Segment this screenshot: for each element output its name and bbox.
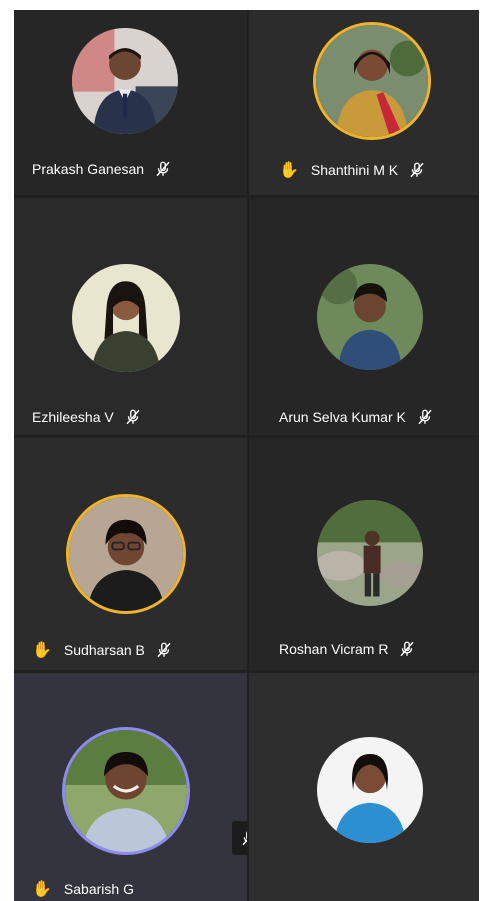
mic-off-icon bbox=[155, 641, 173, 659]
participant-label: ✋ Sabarish G bbox=[32, 879, 144, 899]
participant-tile-roshan[interactable]: Roshan Vicram R bbox=[249, 438, 479, 670]
participant-label: ✋ Shanthini M K bbox=[279, 160, 426, 180]
avatar bbox=[72, 264, 180, 372]
mic-off-icon bbox=[240, 829, 247, 847]
meeting-grid: Prakash Ganesan ✋ Shanthini M K Ezhilees… bbox=[14, 10, 479, 901]
avatar bbox=[317, 264, 423, 370]
participant-tile-arun[interactable]: Arun Selva Kumar K bbox=[249, 198, 479, 435]
participant-label: Roshan Vicram R bbox=[279, 640, 416, 658]
participant-name: Shanthini M K bbox=[310, 162, 399, 178]
participant-tile-sudharsan[interactable]: ✋ Sudharsan B bbox=[14, 438, 247, 670]
raised-hand-icon: ✋ bbox=[32, 642, 52, 659]
raised-hand-icon: ✋ bbox=[279, 162, 299, 179]
avatar bbox=[317, 737, 423, 843]
participant-tile-ezhileesha[interactable]: Ezhileesha V bbox=[14, 198, 247, 435]
raised-hand-icon: ✋ bbox=[32, 881, 52, 898]
participant-name: Roshan Vicram R bbox=[279, 641, 389, 657]
avatar bbox=[313, 22, 431, 140]
participant-tile-sabarish[interactable]: ✋ Sabarish G bbox=[14, 673, 247, 901]
participant-name: Prakash Ganesan bbox=[32, 161, 145, 177]
avatar-photo bbox=[317, 264, 423, 370]
participant-name: Sudharsan B bbox=[63, 642, 145, 658]
participant-name: Arun Selva Kumar K bbox=[279, 409, 406, 425]
mic-off-icon bbox=[398, 640, 416, 658]
participant-tile-shanthini[interactable]: ✋ Shanthini M K bbox=[249, 10, 479, 195]
avatar-photo bbox=[72, 28, 178, 134]
participant-tile-unnamed[interactable] bbox=[249, 673, 479, 901]
participant-name: Ezhileesha V bbox=[32, 409, 114, 425]
participant-label: ✋ Sudharsan B bbox=[32, 640, 173, 660]
avatar-photo bbox=[72, 264, 180, 372]
avatar-photo bbox=[317, 500, 423, 606]
mic-off-icon bbox=[154, 160, 172, 178]
avatar bbox=[62, 727, 190, 855]
participant-tile-prakash[interactable]: Prakash Ganesan bbox=[14, 10, 247, 195]
avatar-photo bbox=[69, 497, 183, 611]
participant-label: Ezhileesha V bbox=[32, 408, 142, 426]
mic-off-icon bbox=[416, 408, 434, 426]
participant-label: Arun Selva Kumar K bbox=[279, 408, 434, 426]
participant-name: Sabarish G bbox=[63, 881, 134, 897]
avatar bbox=[317, 500, 423, 606]
avatar-photo bbox=[316, 25, 428, 137]
mic-off-icon bbox=[408, 161, 426, 179]
avatar-photo bbox=[65, 730, 187, 852]
participant-label: Prakash Ganesan bbox=[32, 160, 172, 178]
mute-status-badge bbox=[232, 821, 247, 855]
avatar bbox=[72, 28, 178, 134]
mic-off-icon bbox=[124, 408, 142, 426]
avatar-photo bbox=[317, 737, 423, 843]
avatar bbox=[66, 494, 186, 614]
